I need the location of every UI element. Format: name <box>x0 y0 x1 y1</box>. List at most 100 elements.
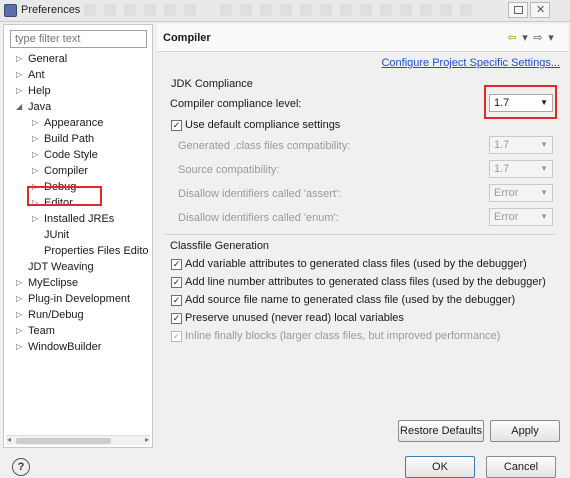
compliance-level-highlight-box <box>484 85 557 119</box>
back-arrow-icon[interactable]: ⇦ <box>506 31 519 44</box>
disallow-enum-select[interactable]: Error ▼ <box>489 208 553 226</box>
filter-input[interactable] <box>10 30 147 48</box>
tree-item-label: Code Style <box>44 149 98 161</box>
toolbar-icon-13 <box>340 4 352 16</box>
toolbar-icon-1 <box>84 4 96 16</box>
ok-button[interactable]: OK <box>405 456 475 478</box>
toolbar-icon-9 <box>260 4 272 16</box>
toolbar-icon-4 <box>144 4 156 16</box>
apply-button[interactable]: Apply <box>490 420 560 442</box>
view-menu-chevron-icon[interactable]: ▾ <box>545 31 558 44</box>
tree-item-jdt-weaving[interactable]: JDT Weaving <box>4 259 152 275</box>
tree-item-help[interactable]: ▷ Help <box>4 83 152 99</box>
restore-defaults-button[interactable]: Restore Defaults <box>398 420 484 442</box>
toolbar-icon-6 <box>184 4 196 16</box>
configure-project-settings-link[interactable]: Configure Project Specific Settings... <box>381 57 560 69</box>
window-title: Preferences <box>21 4 81 16</box>
scroll-right-icon[interactable]: ▸ <box>145 435 149 444</box>
scrollbar-thumb[interactable] <box>16 438 111 444</box>
tree-item-appearance[interactable]: ▷ Appearance <box>4 115 152 131</box>
tree-item-plugin-development[interactable]: ▷ Plug-in Development <box>4 291 152 307</box>
expand-icon[interactable]: ▷ <box>16 67 26 83</box>
expand-icon[interactable]: ▷ <box>32 147 42 163</box>
tree-item-properties-files-editor[interactable]: Properties Files Edito <box>4 243 152 259</box>
tree-item-team[interactable]: ▷ Team <box>4 323 152 339</box>
disallow-assert-label: Disallow identifiers called 'assert': <box>178 188 342 200</box>
disallow-assert-value: Error <box>494 187 519 199</box>
tree-item-installed-jres[interactable]: ▷ Installed JREs <box>4 211 152 227</box>
title-bar: Preferences ✕ <box>0 0 570 22</box>
expand-icon[interactable]: ▷ <box>16 83 26 99</box>
tree-item-build-path[interactable]: ▷ Build Path <box>4 131 152 147</box>
tree-item-label: Team <box>28 325 55 337</box>
help-icon[interactable]: ? <box>12 458 30 476</box>
page-header: Compiler ⇦ ▾ ⇨ ▾ <box>157 24 568 52</box>
use-default-compliance-label: Use default compliance settings <box>185 119 341 131</box>
tree-item-label: Appearance <box>44 117 104 129</box>
collapse-icon[interactable]: ◢ <box>16 99 26 115</box>
back-menu-chevron-icon[interactable]: ▾ <box>519 31 532 44</box>
tree-item-label: Run/Debug <box>28 309 84 321</box>
tree-item-label: Build Path <box>44 133 95 145</box>
generated-class-compat-select[interactable]: 1.7 ▼ <box>489 136 553 154</box>
expand-icon[interactable]: ▷ <box>16 51 26 67</box>
classfile-generation-group-title: Classfile Generation <box>170 240 270 252</box>
add-source-file-name-label: Add source file name to generated class … <box>185 294 516 306</box>
expand-icon[interactable]: ▷ <box>32 163 42 179</box>
preserve-unused-locals-checkbox[interactable]: ✓ <box>171 313 182 324</box>
preferences-app-icon <box>4 4 17 17</box>
add-line-number-attributes-label: Add line number attributes to generated … <box>185 276 546 288</box>
tree-item-label: Ant <box>28 69 45 81</box>
tree-item-label: MyEclipse <box>28 277 79 289</box>
toolbar-icon-15 <box>380 4 392 16</box>
expand-icon[interactable]: ▷ <box>32 211 42 227</box>
tree-item-general[interactable]: ▷ General <box>4 51 152 67</box>
tree-item-java[interactable]: ◢ Java <box>4 99 152 115</box>
close-icon: ✕ <box>536 4 546 16</box>
add-source-file-name-checkbox[interactable]: ✓ <box>171 295 182 306</box>
disallow-assert-select[interactable]: Error ▼ <box>489 184 553 202</box>
toolbar-icon-18 <box>440 4 452 16</box>
dropdown-arrow-icon: ▼ <box>540 188 548 197</box>
dropdown-arrow-icon: ▼ <box>540 140 548 149</box>
compiler-highlight-box <box>27 186 102 206</box>
close-button[interactable]: ✕ <box>530 2 550 18</box>
add-variable-attributes-checkbox[interactable]: ✓ <box>171 259 182 270</box>
expand-icon[interactable]: ▷ <box>32 115 42 131</box>
toolbar-icon-8 <box>240 4 252 16</box>
use-default-compliance-checkbox[interactable]: ✓ <box>171 120 182 131</box>
toolbar-icon-3 <box>124 4 136 16</box>
tree-item-windowbuilder[interactable]: ▷ WindowBuilder <box>4 339 152 355</box>
tree-horizontal-scrollbar[interactable]: ◂ ▸ <box>6 435 150 445</box>
tree-item-run-debug[interactable]: ▷ Run/Debug <box>4 307 152 323</box>
expand-icon[interactable]: ▷ <box>16 291 26 307</box>
inline-finally-blocks-checkbox[interactable]: ✓ <box>171 331 182 342</box>
expand-icon[interactable]: ▷ <box>16 339 26 355</box>
tree-item-junit[interactable]: JUnit <box>4 227 152 243</box>
toolbar-icon-14 <box>360 4 372 16</box>
source-compat-label: Source compatibility: <box>178 164 280 176</box>
tree-item-ant[interactable]: ▷ Ant <box>4 67 152 83</box>
scroll-left-icon[interactable]: ◂ <box>7 435 11 444</box>
source-compat-select[interactable]: 1.7 ▼ <box>489 160 553 178</box>
toolbar-icon-5 <box>164 4 176 16</box>
cancel-button[interactable]: Cancel <box>486 456 556 478</box>
dropdown-arrow-icon: ▼ <box>540 164 548 173</box>
tree-item-label: JUnit <box>44 229 70 241</box>
expand-icon[interactable]: ▷ <box>16 275 26 291</box>
toolbar-icon-2 <box>104 4 116 16</box>
expand-icon[interactable]: ▷ <box>32 131 42 147</box>
forward-arrow-icon[interactable]: ⇨ <box>532 31 545 44</box>
expand-icon[interactable]: ▷ <box>16 323 26 339</box>
expand-icon[interactable]: ▷ <box>16 307 26 323</box>
jdk-compliance-group-title: JDK Compliance <box>171 78 253 90</box>
tree-item-label: WindowBuilder <box>28 341 102 353</box>
maximize-button[interactable] <box>508 2 528 18</box>
tree-item-code-style[interactable]: ▷ Code Style <box>4 147 152 163</box>
tree-item-myeclipse[interactable]: ▷ MyEclipse <box>4 275 152 291</box>
tree-item-label: Compiler <box>44 165 89 177</box>
add-line-number-attributes-checkbox[interactable]: ✓ <box>171 277 182 288</box>
tree-item-label: General <box>28 53 68 65</box>
tree-item-compiler[interactable]: ▷ Compiler <box>4 163 152 179</box>
disallow-enum-value: Error <box>494 211 519 223</box>
